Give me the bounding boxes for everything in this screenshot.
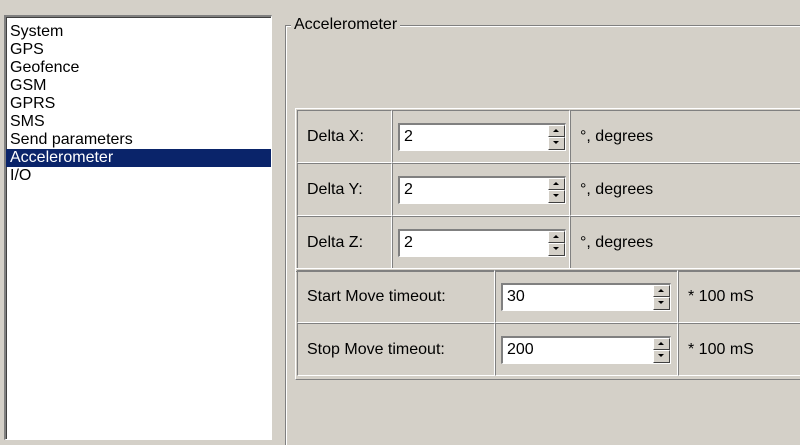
delta-z-label: Delta Z: — [297, 216, 392, 269]
nav-item-send-parameters[interactable]: Send parameters — [6, 131, 271, 149]
delta-z-decrement-button[interactable] — [548, 243, 565, 256]
nav-item-gsm[interactable]: GSM — [6, 77, 271, 95]
delta-y-row: Delta Y: °, degrees — [297, 163, 800, 216]
start-move-cell — [495, 270, 678, 323]
stop-move-spinbox — [501, 335, 671, 364]
delta-z-spinbox — [398, 228, 566, 257]
settings-category-list[interactable]: System GPS Geofence GSM GPRS SMS Send pa… — [4, 15, 272, 440]
delta-x-spinbox — [398, 122, 566, 151]
start-move-input[interactable] — [503, 284, 653, 310]
delta-x-cell — [392, 110, 570, 163]
stop-move-input[interactable] — [503, 337, 653, 363]
delta-table: Delta X: °, degrees Delta Y: °, degr — [297, 110, 800, 269]
groupbox-title: Accelerometer — [291, 16, 401, 34]
nav-item-system[interactable]: System — [6, 23, 271, 41]
delta-x-label: Delta X: — [297, 110, 392, 163]
nav-item-accelerometer[interactable]: Accelerometer — [6, 149, 271, 167]
start-move-spinbox — [501, 282, 671, 311]
delta-z-input[interactable] — [400, 230, 548, 256]
stop-move-increment-button[interactable] — [653, 337, 670, 350]
nav-item-gps[interactable]: GPS — [6, 41, 271, 59]
move-timeout-table: Start Move timeout: * 100 mS Stop Move t… — [297, 270, 800, 376]
delta-x-row: Delta X: °, degrees — [297, 110, 800, 163]
delta-x-unit: °, degrees — [570, 110, 800, 163]
stop-move-unit: * 100 mS — [678, 323, 800, 376]
list-splitter — [272, 15, 278, 440]
stop-move-row: Stop Move timeout: * 100 mS — [297, 323, 800, 376]
delta-z-increment-button[interactable] — [548, 230, 565, 243]
stop-move-cell — [495, 323, 678, 376]
delta-y-input[interactable] — [400, 177, 548, 203]
start-move-label: Start Move timeout: — [297, 270, 495, 323]
delta-z-row: Delta Z: °, degrees — [297, 216, 800, 269]
nav-item-sms[interactable]: SMS — [6, 113, 271, 131]
delta-x-decrement-button[interactable] — [548, 137, 565, 150]
delta-z-cell — [392, 216, 570, 269]
delta-y-unit: °, degrees — [570, 163, 800, 216]
start-move-decrement-button[interactable] — [653, 297, 670, 310]
delta-x-increment-button[interactable] — [548, 124, 565, 137]
delta-y-spinbox — [398, 175, 566, 204]
start-move-increment-button[interactable] — [653, 284, 670, 297]
stop-move-label: Stop Move timeout: — [297, 323, 495, 376]
stop-move-decrement-button[interactable] — [653, 350, 670, 363]
nav-item-geofence[interactable]: Geofence — [6, 59, 271, 77]
delta-y-cell — [392, 163, 570, 216]
start-move-row: Start Move timeout: * 100 mS — [297, 270, 800, 323]
start-move-unit: * 100 mS — [678, 270, 800, 323]
delta-x-input[interactable] — [400, 124, 548, 150]
nav-item-io[interactable]: I/O — [6, 167, 271, 185]
delta-y-decrement-button[interactable] — [548, 190, 565, 203]
delta-y-increment-button[interactable] — [548, 177, 565, 190]
nav-item-gprs[interactable]: GPRS — [6, 95, 271, 113]
delta-y-label: Delta Y: — [297, 163, 392, 216]
delta-z-unit: °, degrees — [570, 216, 800, 269]
